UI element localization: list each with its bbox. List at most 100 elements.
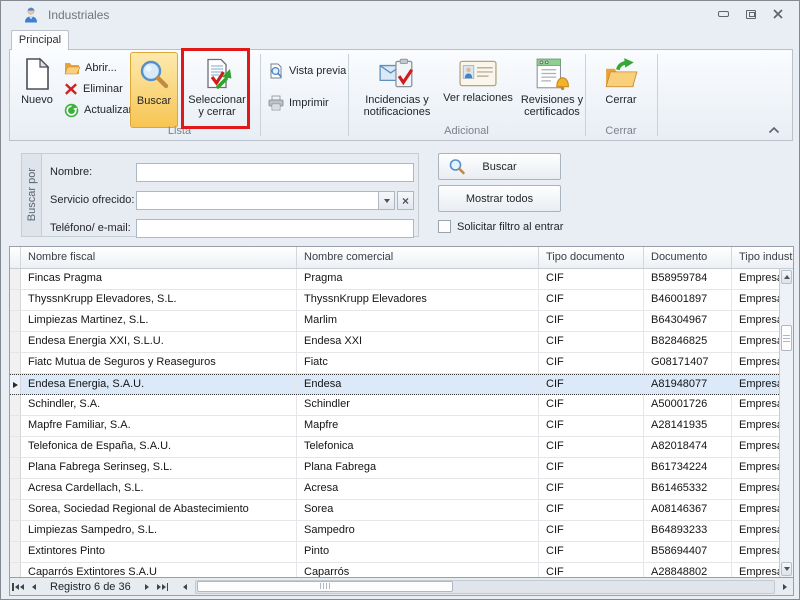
cell-documento[interactable]: A81948077 [644, 375, 732, 394]
column-header-documento[interactable]: Documento [644, 247, 732, 268]
cell-nombre-comercial[interactable]: Endesa XXI [297, 332, 539, 352]
cell-tipo-industrial[interactable]: Empresa [732, 375, 779, 394]
column-header-nombre-comercial[interactable]: Nombre comercial [297, 247, 539, 268]
cell-tipo-industrial[interactable]: Empresa [732, 416, 779, 436]
row-indicator-cell[interactable] [10, 311, 21, 331]
cell-tipo-documento[interactable]: CIF [539, 269, 644, 289]
cell-nombre-comercial[interactable]: Endesa [297, 375, 539, 394]
table-row[interactable]: Endesa Energia, S.A.U.EndesaCIFA81948077… [10, 374, 779, 395]
cell-tipo-documento[interactable]: CIF [539, 416, 644, 436]
last-record-button[interactable] [155, 579, 171, 595]
cell-nombre-fiscal[interactable]: Endesa Energia XXI, S.L.U. [21, 332, 297, 352]
table-row[interactable]: Sorea, Sociedad Regional de Abastecimien… [10, 500, 779, 521]
previous-record-button[interactable] [26, 579, 42, 595]
table-row[interactable]: Plana Fabrega Serinseg, S.L.Plana Fabreg… [10, 458, 779, 479]
row-indicator-cell[interactable] [10, 500, 21, 520]
eliminar-button[interactable]: Eliminar [64, 80, 123, 98]
row-indicator-cell[interactable] [10, 269, 21, 289]
vista-previa-button[interactable]: Vista previa [268, 62, 346, 80]
cell-tipo-documento[interactable]: CIF [539, 353, 644, 373]
table-row[interactable]: Limpiezas Sampedro, S.L.SampedroCIFB6489… [10, 521, 779, 542]
revisiones-button[interactable]: Revisiones y certificados [514, 52, 590, 128]
seleccionar-y-cerrar-button[interactable]: Seleccionar y cerrar [184, 52, 250, 128]
abrir-button[interactable]: Abrir... [64, 59, 117, 77]
cell-documento[interactable]: A82018474 [644, 437, 732, 457]
filter-checkbox[interactable] [438, 220, 451, 233]
cell-nombre-comercial[interactable]: Sampedro [297, 521, 539, 541]
cell-tipo-documento[interactable]: CIF [539, 395, 644, 415]
cell-nombre-comercial[interactable]: Caparrós [297, 563, 539, 577]
cell-tipo-documento[interactable]: CIF [539, 375, 644, 394]
title-bar[interactable]: Industriales [1, 1, 799, 29]
cell-documento[interactable]: B61734224 [644, 458, 732, 478]
servicio-clear-button[interactable]: × [397, 191, 414, 210]
table-row[interactable]: Telefonica de España, S.A.U.TelefonicaCI… [10, 437, 779, 458]
cell-documento[interactable]: B58959784 [644, 269, 732, 289]
cell-nombre-fiscal[interactable]: Extintores Pinto [21, 542, 297, 562]
cell-tipo-industrial[interactable]: Empresa [732, 311, 779, 331]
table-row[interactable]: Fiatc Mutua de Seguros y ReasegurosFiatc… [10, 353, 779, 374]
cell-documento[interactable]: G08171407 [644, 353, 732, 373]
nuevo-button[interactable]: Nuevo [14, 52, 60, 128]
cell-tipo-documento[interactable]: CIF [539, 332, 644, 352]
tab-principal[interactable]: Principal [11, 30, 69, 50]
cell-tipo-industrial[interactable]: Empresa [732, 437, 779, 457]
hscroll-left-button[interactable] [177, 579, 193, 595]
cell-nombre-fiscal[interactable]: Plana Fabrega Serinseg, S.L. [21, 458, 297, 478]
cell-tipo-documento[interactable]: CIF [539, 479, 644, 499]
cell-nombre-fiscal[interactable]: Acresa Cardellach, S.L. [21, 479, 297, 499]
cell-nombre-comercial[interactable]: Sorea [297, 500, 539, 520]
cell-documento[interactable]: B46001897 [644, 290, 732, 310]
cell-nombre-fiscal[interactable]: Fincas Pragma [21, 269, 297, 289]
telefono-email-input[interactable] [136, 219, 414, 238]
vertical-scrollbar[interactable] [779, 269, 793, 577]
hscroll-right-button[interactable] [777, 579, 793, 595]
cell-nombre-fiscal[interactable]: Telefonica de España, S.A.U. [21, 437, 297, 457]
cell-documento[interactable]: A28141935 [644, 416, 732, 436]
buscar-ribbon-button[interactable]: Buscar [130, 52, 178, 128]
vertical-scroll-thumb[interactable] [781, 325, 792, 351]
cell-documento[interactable]: A08146367 [644, 500, 732, 520]
table-row[interactable]: Acresa Cardellach, S.L.AcresaCIFB6146533… [10, 479, 779, 500]
cell-documento[interactable]: B82846825 [644, 332, 732, 352]
cell-nombre-fiscal[interactable]: Fiatc Mutua de Seguros y Reaseguros [21, 353, 297, 373]
cell-tipo-industrial[interactable]: Empresa [732, 395, 779, 415]
cell-nombre-comercial[interactable]: Pinto [297, 542, 539, 562]
cerrar-button[interactable]: Cerrar [590, 52, 652, 128]
cell-documento[interactable]: A28848802 [644, 563, 732, 577]
buscar-button[interactable]: Buscar [438, 153, 561, 180]
nombre-input[interactable] [136, 163, 414, 182]
table-row[interactable]: Mapfre Familiar, S.A.MapfreCIFA28141935E… [10, 416, 779, 437]
cell-tipo-documento[interactable]: CIF [539, 311, 644, 331]
table-row[interactable]: Fincas PragmaPragmaCIFB58959784Empresa [10, 269, 779, 290]
row-indicator-cell[interactable] [10, 416, 21, 436]
cell-documento[interactable]: B61465332 [644, 479, 732, 499]
table-row[interactable]: Endesa Energia XXI, S.L.U.Endesa XXICIFB… [10, 332, 779, 353]
row-indicator-cell[interactable] [10, 353, 21, 373]
cell-tipo-industrial[interactable]: Empresa [732, 458, 779, 478]
imprimir-button[interactable]: Imprimir [268, 94, 329, 112]
cell-nombre-fiscal[interactable]: Limpiezas Sampedro, S.L. [21, 521, 297, 541]
row-indicator-cell[interactable] [10, 563, 21, 577]
servicio-ofrecido-input[interactable] [136, 191, 395, 210]
row-indicator-cell[interactable] [10, 332, 21, 352]
row-indicator-cell[interactable] [10, 542, 21, 562]
cell-tipo-documento[interactable]: CIF [539, 521, 644, 541]
cell-tipo-industrial[interactable]: Empresa [732, 521, 779, 541]
scroll-down-button[interactable] [781, 562, 792, 576]
cell-nombre-comercial[interactable]: Marlim [297, 311, 539, 331]
cell-tipo-industrial[interactable]: Empresa [732, 542, 779, 562]
cell-tipo-documento[interactable]: CIF [539, 563, 644, 577]
buscar-por-side-tab[interactable]: Buscar por [22, 154, 42, 236]
cell-tipo-documento[interactable]: CIF [539, 437, 644, 457]
incidencias-button[interactable]: Incidencias y notificaciones [354, 52, 440, 128]
horizontal-scrollbar[interactable] [195, 580, 775, 594]
horizontal-scroll-thumb[interactable] [197, 581, 453, 592]
column-header-tipo-documento[interactable]: Tipo documento [539, 247, 644, 268]
cell-nombre-comercial[interactable]: Fiatc [297, 353, 539, 373]
table-row[interactable]: Caparrós Extintores S.A.UCaparrósCIFA288… [10, 563, 779, 577]
cell-nombre-fiscal[interactable]: Limpiezas Martinez, S.L. [21, 311, 297, 331]
row-indicator-cell[interactable] [10, 375, 21, 394]
ver-relaciones-button[interactable]: Ver relaciones [442, 52, 514, 128]
minimize-button[interactable] [718, 11, 729, 17]
